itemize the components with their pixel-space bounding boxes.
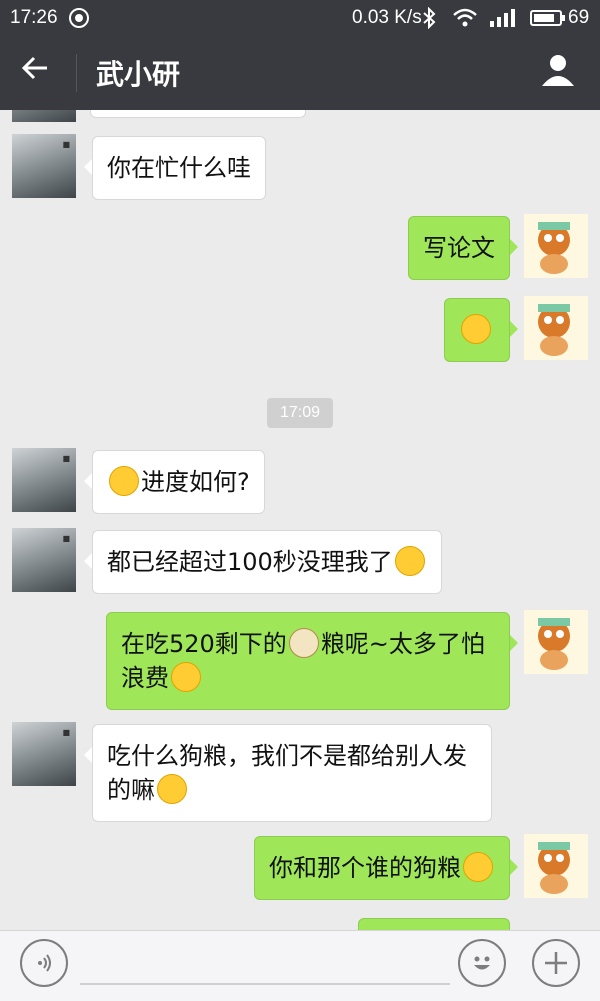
message-text: 你和那个谁的狗粮	[269, 854, 461, 882]
smile-icon	[474, 956, 490, 970]
message-bubble-outgoing[interactable]: 写论文	[408, 216, 518, 280]
message-bubble-outgoing[interactable]: 在吃520剩下的 粮呢~太多了怕 浪费	[106, 612, 518, 710]
user-avatar[interactable]	[524, 296, 588, 360]
plus-icon	[545, 952, 567, 974]
contact-avatar[interactable]	[12, 110, 76, 122]
message-bubble-incoming[interactable]: 你在忙什么哇	[84, 136, 266, 200]
contact-avatar[interactable]: ■	[12, 722, 76, 786]
dog-emoji-icon	[288, 628, 319, 658]
person-icon	[542, 55, 574, 86]
message-text: 的嘛	[107, 776, 155, 804]
message-text: 吃什么狗粮，我们不是都给别人发	[107, 742, 467, 770]
message-text: 粮呢~太多了怕	[320, 630, 485, 658]
flushed-emoji-icon	[461, 314, 491, 344]
wifi-icon	[452, 7, 478, 35]
message-bubble-incoming[interactable]: 吃什么狗粮，我们不是都给别人发 的嘛	[84, 724, 492, 822]
sad-emoji-icon	[394, 546, 425, 576]
contact-avatar[interactable]: ■	[12, 448, 76, 512]
profile-button[interactable]	[540, 52, 580, 92]
message-bubble-outgoing[interactable]: 你和那个谁的狗粮	[254, 836, 518, 900]
message-input[interactable]	[80, 983, 450, 985]
message-text: 浪费	[121, 664, 169, 692]
message-text: 进度如何?	[141, 468, 250, 496]
app-notification-icon	[68, 7, 90, 35]
battery-level: 69	[568, 7, 590, 28]
emoji-button[interactable]	[458, 939, 506, 987]
chat-header: 武小研	[0, 36, 600, 110]
user-avatar[interactable]	[524, 834, 588, 898]
heart-eyes-emoji-icon	[157, 774, 187, 804]
smile-emoji-icon	[463, 852, 493, 882]
bluetooth-icon	[422, 6, 436, 35]
voice-button[interactable]	[20, 939, 68, 987]
network-speed: 0.03 K/s	[352, 7, 422, 28]
signal-icon	[488, 7, 518, 35]
input-bar	[0, 930, 600, 1001]
battery-icon	[530, 7, 566, 35]
user-avatar[interactable]	[524, 610, 588, 674]
voice-icon	[38, 954, 51, 972]
message-list[interactable]: ■ 你在忙什么哇 写论文 17:09 ■ 进度如何? ■ 都已经超过100秒没理…	[0, 110, 600, 930]
status-time: 17:26	[10, 7, 58, 28]
back-button[interactable]	[20, 52, 60, 92]
header-divider	[76, 54, 77, 92]
message-bubble-partial	[90, 110, 306, 118]
thinking-emoji-icon	[109, 466, 139, 496]
contact-avatar[interactable]: ■	[12, 528, 76, 592]
message-bubble-outgoing[interactable]	[444, 298, 518, 362]
message-timestamp: 17:09	[267, 398, 333, 428]
contact-avatar[interactable]: ■	[12, 134, 76, 198]
blush-emoji-icon	[171, 662, 201, 692]
message-text: 都已经超过100秒没理我了	[107, 548, 393, 576]
arrow-left-icon	[21, 56, 47, 80]
status-bar: 17:26 0.03 K/s 69	[0, 0, 600, 36]
message-bubble-incoming[interactable]: 进度如何?	[84, 450, 265, 514]
user-avatar[interactable]	[524, 214, 588, 278]
more-button[interactable]	[532, 939, 580, 987]
chat-title: 武小研	[96, 58, 181, 91]
message-bubble-incoming[interactable]: 都已经超过100秒没理我了	[84, 530, 442, 594]
message-bubble-partial	[358, 918, 510, 930]
message-text: 在吃520剩下的	[121, 630, 287, 658]
